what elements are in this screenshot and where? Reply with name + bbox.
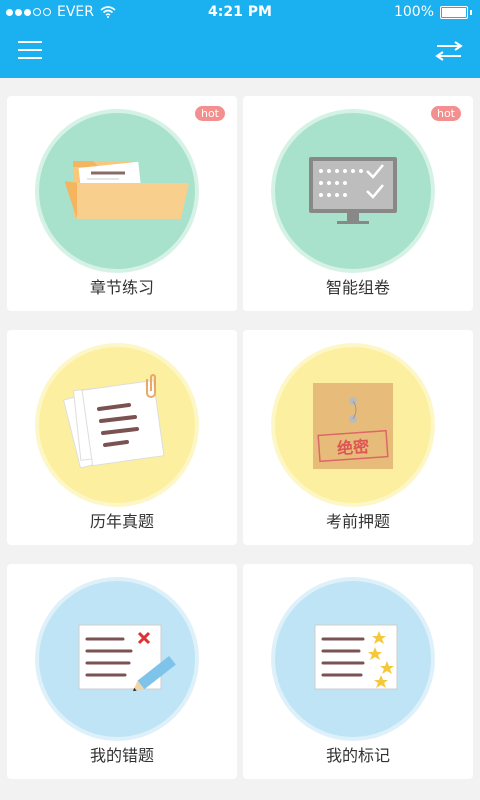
card-predicted-questions[interactable]: 绝密 考前押题 [243, 330, 473, 545]
mistakes-note-icon [39, 581, 195, 737]
hot-badge: hot [430, 106, 461, 121]
card-label: 我的标记 [325, 746, 390, 765]
battery-tip-icon [470, 9, 472, 15]
switch-button[interactable] [434, 38, 464, 64]
card-label: 考前押题 [325, 512, 390, 531]
card-label: 我的错题 [89, 746, 154, 765]
confidential-envelope-icon: 绝密 [275, 347, 431, 503]
card-smart-paper[interactable]: hot 智能组卷 [243, 96, 473, 311]
card-label: 历年真题 [89, 512, 154, 531]
folder-icon [39, 113, 195, 269]
menu-icon [18, 41, 42, 43]
card-past-papers[interactable]: 历年真题 [7, 330, 237, 545]
battery-icon [440, 5, 468, 19]
card-my-mistakes[interactable]: 我的错题 [7, 564, 237, 779]
card-label: 智能组卷 [325, 278, 390, 297]
battery-percentage: 100% [393, 4, 434, 20]
stamp-text: 绝密 [336, 437, 369, 458]
status-bar: EVER 4:21 PM 100% [0, 0, 480, 26]
monitor-checklist-icon [275, 113, 431, 269]
stacked-papers-icon [39, 347, 195, 503]
bookmark-note-icon [275, 581, 431, 737]
switch-arrows-icon [435, 41, 463, 61]
menu-button[interactable] [16, 38, 46, 64]
hot-badge: hot [194, 106, 225, 121]
card-chapter-practice[interactable]: hot 章节练习 [7, 96, 237, 311]
card-my-bookmarks[interactable]: 我的标记 [243, 564, 473, 779]
card-label: 章节练习 [89, 278, 154, 297]
nav-bar [0, 26, 480, 78]
